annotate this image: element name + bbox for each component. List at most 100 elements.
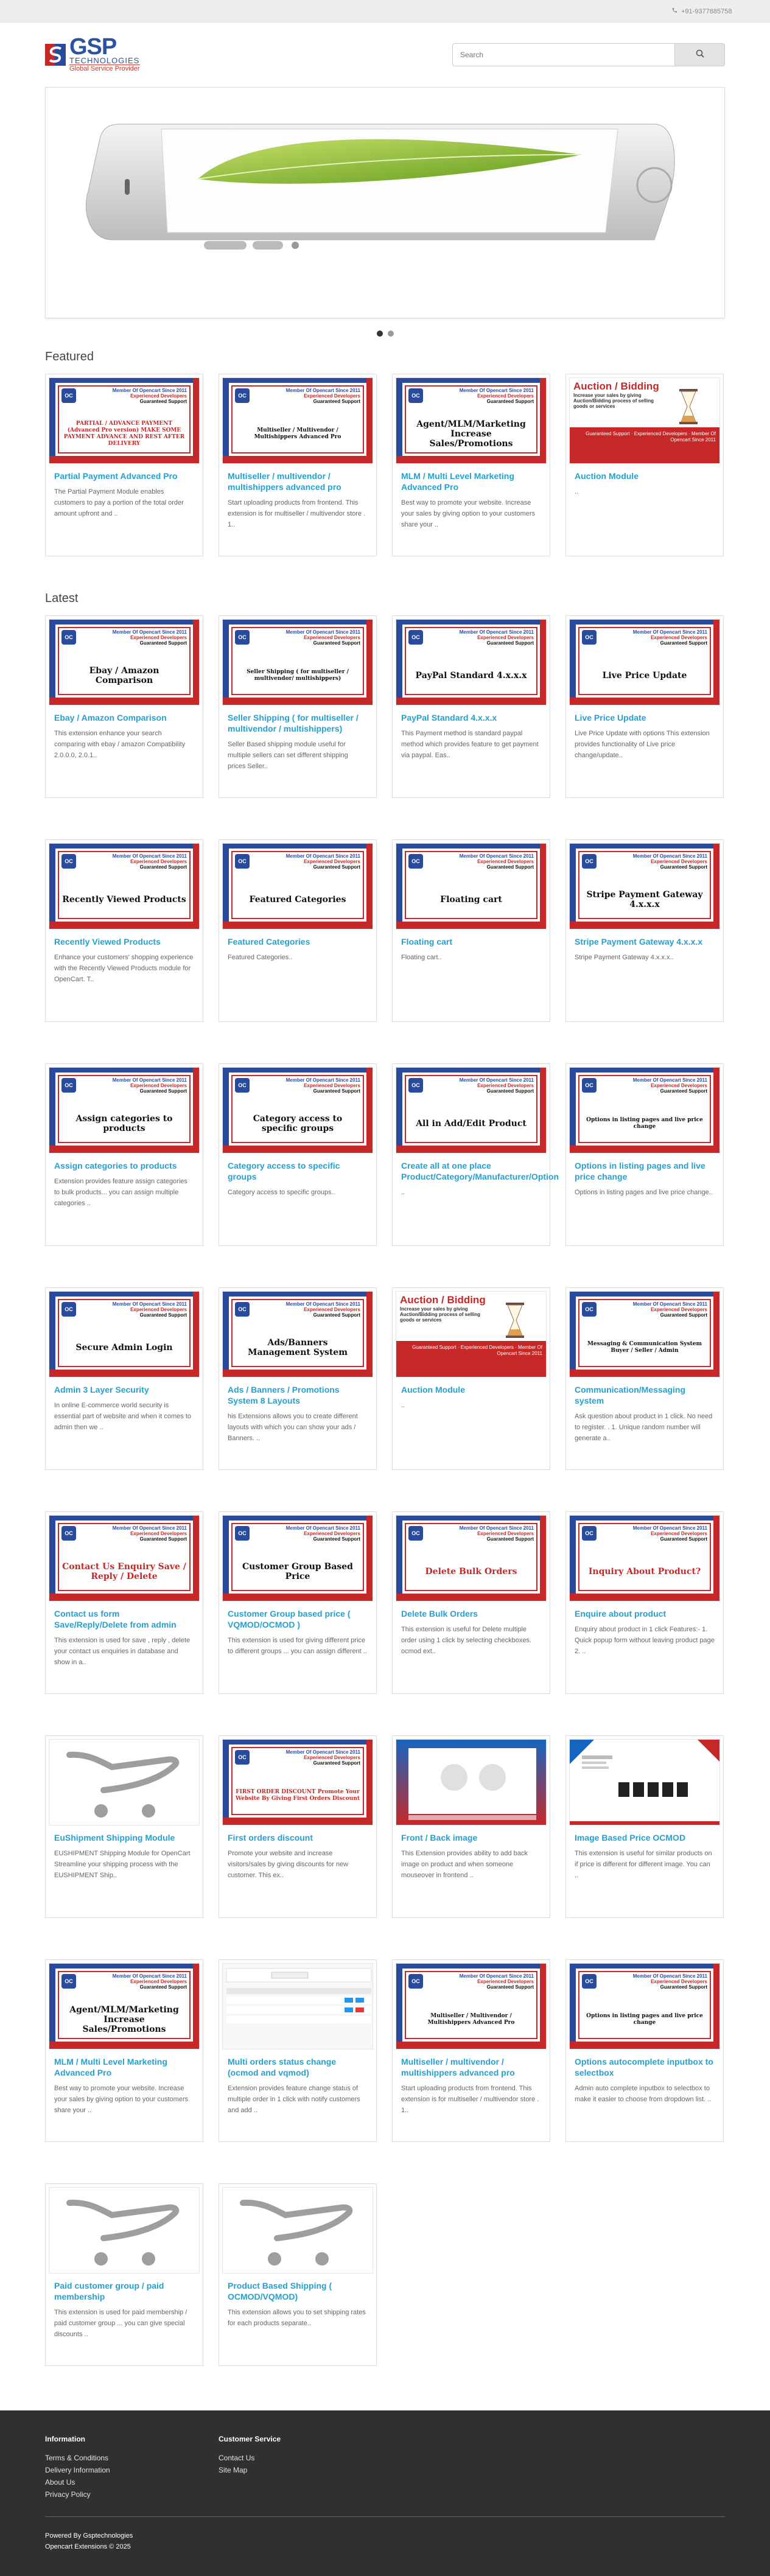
product-title-link[interactable]: Front / Back image bbox=[401, 1832, 541, 1843]
product-card: OC Member Of Opencart Since 2011 Experienc… bbox=[219, 1511, 377, 1694]
product-title-link[interactable]: Communication/Messaging system bbox=[575, 1384, 715, 1406]
product-title-link[interactable]: Ads / Banners / Promotions System 8 Layo… bbox=[228, 1384, 368, 1406]
opencart-seal-icon: OC bbox=[408, 1078, 423, 1093]
product-thumb[interactable]: Auction / Bidding Increase your sales by … bbox=[566, 374, 723, 467]
product-thumb[interactable]: OC Member Of Opencart Since 2011 Experienc… bbox=[566, 1512, 723, 1605]
banner-red-bar bbox=[570, 1370, 719, 1377]
product-title-link[interactable]: First orders discount bbox=[228, 1832, 368, 1843]
product-thumb[interactable]: OC Member Of Opencart Since 2011 Experienc… bbox=[46, 1512, 203, 1605]
product-title-link[interactable]: Category access to specific groups bbox=[228, 1160, 368, 1182]
product-thumb[interactable] bbox=[566, 1736, 723, 1829]
product-thumb[interactable]: OC Member Of Opencart Since 2011 Experienc… bbox=[219, 1064, 376, 1157]
product-title-link[interactable]: Customer Group based price ( VQMOD/OCMOD… bbox=[228, 1608, 368, 1630]
footer-info-link[interactable]: Delivery Information bbox=[45, 2464, 219, 2476]
product-thumb[interactable]: OC Member Of Opencart Since 2011 Experienc… bbox=[566, 1064, 723, 1157]
product-thumb[interactable]: OC Member Of Opencart Since 2011 Experienc… bbox=[566, 840, 723, 933]
footer-info-link[interactable]: About Us bbox=[45, 2476, 219, 2488]
banner-left-bar bbox=[49, 620, 55, 705]
product-title-link[interactable]: Create all at one place Product/Category… bbox=[401, 1160, 559, 1182]
banner-line-1: Member Of Opencart Since 2011 bbox=[285, 1301, 360, 1307]
product-title-link[interactable]: PayPal Standard 4.x.x.x bbox=[401, 712, 541, 723]
product-title-link[interactable]: Stripe Payment Gateway 4.x.x.x bbox=[575, 936, 715, 947]
footer-info-link[interactable]: Terms & Conditions bbox=[45, 2452, 219, 2464]
product-title-link[interactable]: EuShipment Shipping Module bbox=[54, 1832, 194, 1843]
product-title-link[interactable]: Options in listing pages and live price … bbox=[575, 1160, 715, 1182]
product-thumb[interactable]: Auction / Bidding Increase your sales by … bbox=[393, 1288, 550, 1381]
footer-cs-link[interactable]: Site Map bbox=[219, 2464, 392, 2476]
product-caption: Front / Back image This Extension provide… bbox=[393, 1832, 550, 1881]
product-thumb[interactable]: OC Member Of Opencart Since 2011 Experienc… bbox=[219, 1288, 376, 1381]
product-thumb[interactable]: OC Member Of Opencart Since 2011 Experienc… bbox=[393, 840, 550, 933]
product-title-link[interactable]: Auction Module bbox=[401, 1384, 541, 1395]
powered-by[interactable]: Powered By Gsptechnologies bbox=[45, 2530, 725, 2541]
product-card: OC Member Of Opencart Since 2011 Experienc… bbox=[45, 615, 203, 798]
product-title-link[interactable]: Seller Shipping ( for multiseller / mult… bbox=[228, 712, 368, 734]
banner-line-2: Experienced Developers bbox=[130, 635, 187, 640]
product-title-link[interactable]: MLM / Multi Level Marketing Advanced Pro bbox=[54, 2056, 194, 2078]
product-title-link[interactable]: Multiseller / multivendor / multishipper… bbox=[401, 2056, 541, 2078]
search-button[interactable] bbox=[674, 43, 725, 66]
product-title-link[interactable]: Multi orders status change (ocmod and vq… bbox=[228, 2056, 368, 2078]
product-title-link[interactable]: Assign categories to products bbox=[54, 1160, 194, 1171]
site-logo[interactable]: GSP TECHNOLOGIES Global Service Provider bbox=[45, 35, 140, 72]
product-thumb[interactable]: OC Member Of Opencart Since 2011 Experienc… bbox=[46, 1064, 203, 1157]
product-title-link[interactable]: Options autocomplete inputbox to selectb… bbox=[575, 2056, 715, 2078]
search-input[interactable] bbox=[452, 43, 674, 66]
product-title-link[interactable]: Delete Bulk Orders bbox=[401, 1608, 541, 1619]
product-thumb[interactable]: OC Member Of Opencart Since 2011 Experienc… bbox=[393, 1512, 550, 1605]
banner-left-bar bbox=[49, 1292, 55, 1377]
product-thumb[interactable]: OC Member Of Opencart Since 2011 Experienc… bbox=[566, 616, 723, 709]
product-title-link[interactable]: Image Based Price OCMOD bbox=[575, 1832, 715, 1843]
product-title-link[interactable]: Auction Module bbox=[575, 471, 715, 481]
product-thumb[interactable]: OC Member Of Opencart Since 2011 Experienc… bbox=[566, 1288, 723, 1381]
product-thumb[interactable]: OC Member Of Opencart Since 2011 Experienc… bbox=[46, 1288, 203, 1381]
banner-title: Stripe Payment Gateway 4.x.x.x bbox=[586, 890, 703, 909]
product-title-link[interactable]: Paid customer group / paid membership bbox=[54, 2280, 194, 2302]
product-title-link[interactable]: Partial Payment Advanced Pro bbox=[54, 471, 194, 481]
banner-blue-bar bbox=[396, 620, 546, 625]
product-title-link[interactable]: Enquire about product bbox=[575, 1608, 715, 1619]
product-thumb[interactable]: OC Member Of Opencart Since 2011 Experienc… bbox=[46, 616, 203, 709]
product-title-link[interactable]: Multiseller / multivendor / multishipper… bbox=[228, 471, 368, 492]
product-thumb[interactable]: OC Member Of Opencart Since 2011 Experienc… bbox=[219, 840, 376, 933]
product-thumb[interactable]: OC Member Of Opencart Since 2011 Experienc… bbox=[219, 1736, 376, 1829]
latest-heading: Latest bbox=[45, 592, 79, 605]
footer-cs-link[interactable]: Contact Us bbox=[219, 2452, 392, 2464]
product-banner-image: OC Member Of Opencart Since 2011 Experienc… bbox=[49, 1291, 200, 1377]
product-title-link[interactable]: Floating cart bbox=[401, 936, 541, 947]
product-title-link[interactable]: Live Price Update bbox=[575, 712, 715, 723]
slideshow-pagination bbox=[45, 331, 725, 337]
product-title-link[interactable]: Featured Categories bbox=[228, 936, 368, 947]
banner-line-2: Experienced Developers bbox=[651, 1307, 707, 1312]
product-thumb[interactable]: OC Member Of Opencart Since 2011 Experienc… bbox=[219, 616, 376, 709]
product-title-link[interactable]: Ebay / Amazon Comparison bbox=[54, 712, 194, 723]
product-thumb[interactable] bbox=[46, 1736, 203, 1829]
product-thumb[interactable]: OC Member Of Opencart Since 2011 Experienc… bbox=[219, 1512, 376, 1605]
banner-left-bar bbox=[223, 844, 229, 929]
product-thumb[interactable] bbox=[219, 1960, 376, 2053]
product-thumb[interactable]: OC Member Of Opencart Since 2011 Experienc… bbox=[219, 374, 376, 467]
product-thumb[interactable]: OC Member Of Opencart Since 2011 Experienc… bbox=[46, 840, 203, 933]
product-thumb[interactable] bbox=[393, 1736, 550, 1829]
slide-dot-2[interactable] bbox=[387, 331, 394, 337]
product-thumb[interactable]: OC Member Of Opencart Since 2011 Experienc… bbox=[46, 1960, 203, 2053]
product-title-link[interactable]: MLM / Multi Level Marketing Advanced Pro bbox=[401, 471, 541, 492]
product-thumb[interactable]: OC Member Of Opencart Since 2011 Experienc… bbox=[393, 374, 550, 467]
slideshow[interactable] bbox=[45, 87, 725, 318]
banner-red-bar bbox=[49, 1370, 199, 1377]
product-thumb[interactable] bbox=[46, 2184, 203, 2277]
footer-info-link[interactable]: Privacy Policy bbox=[45, 2488, 219, 2501]
phone-contact[interactable]: +91-9377885758 bbox=[671, 7, 732, 15]
product-thumb[interactable]: OC Member Of Opencart Since 2011 Experienc… bbox=[46, 374, 203, 467]
product-title-link[interactable]: Contact us form Save/Reply/Delete from a… bbox=[54, 1608, 194, 1630]
product-thumb[interactable]: OC Member Of Opencart Since 2011 Experienc… bbox=[393, 1960, 550, 2053]
product-title-link[interactable]: Admin 3 Layer Security bbox=[54, 1384, 194, 1395]
slide-dot-1[interactable] bbox=[376, 331, 383, 337]
product-title-link[interactable]: Product Based Shipping ( OCMOD/VQMOD) bbox=[228, 2280, 368, 2302]
product-thumb[interactable]: OC Member Of Opencart Since 2011 Experienc… bbox=[393, 616, 550, 709]
product-thumb[interactable]: OC Member Of Opencart Since 2011 Experienc… bbox=[393, 1064, 550, 1157]
product-thumb[interactable]: OC Member Of Opencart Since 2011 Experienc… bbox=[566, 1960, 723, 2053]
product-thumb[interactable] bbox=[219, 2184, 376, 2277]
banner-line-2: Experienced Developers bbox=[304, 859, 360, 864]
product-title-link[interactable]: Recently Viewed Products bbox=[54, 936, 194, 947]
